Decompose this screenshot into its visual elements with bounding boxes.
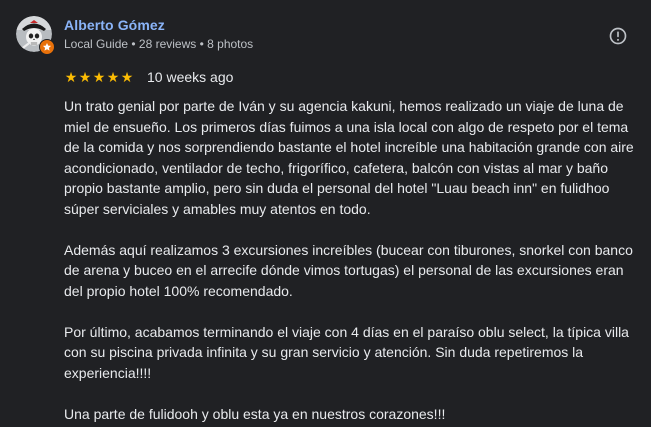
- review-date: 10 weeks ago: [147, 69, 234, 85]
- star-icon: ★: [92, 69, 106, 85]
- review-paragraph: Una parte de fulidooh y oblu esta ya en …: [64, 405, 446, 422]
- review-text: Un trato genial por parte de Iván y su a…: [64, 96, 638, 427]
- review-paragraph: Por último, acabamos terminando el viaje…: [64, 323, 629, 381]
- report-flag-icon: [609, 27, 627, 45]
- star-icon: ★: [106, 69, 120, 85]
- review-paragraph: Un trato genial por parte de Iván y su a…: [64, 98, 634, 217]
- star-icon: ★: [64, 69, 78, 85]
- local-guide-star-icon: [39, 39, 55, 55]
- review-paragraph: Además aquí realizamos 3 excursiones inc…: [64, 241, 633, 299]
- star-icon: ★: [78, 69, 92, 85]
- review-card: Alberto Gómez Local Guide • 28 reviews •…: [0, 0, 651, 427]
- author-name-link[interactable]: Alberto Gómez: [64, 16, 165, 34]
- star-rating: ★ ★ ★ ★ ★: [64, 70, 134, 84]
- author-avatar[interactable]: [16, 16, 55, 55]
- star-icon: ★: [120, 69, 134, 85]
- report-button[interactable]: [602, 20, 634, 52]
- rating-row: ★ ★ ★ ★ ★ 10 weeks ago: [64, 68, 234, 86]
- author-meta: Local Guide • 28 reviews • 8 photos: [64, 37, 254, 51]
